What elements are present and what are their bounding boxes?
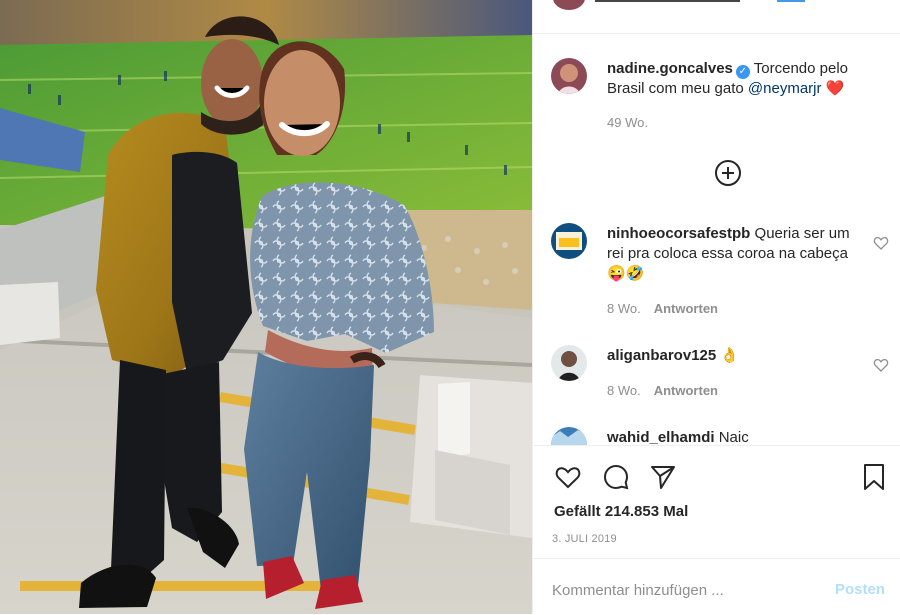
load-more-comments-button[interactable] [714,159,742,187]
post-sidebar: nadine.goncalves ✓ Torcendo pelo Brasil c… [532,0,900,614]
post-actions: Gefällt 214.853 Mal 3. JULI 2019 [533,445,900,559]
comment-meta-aliganbarov125: 8 Wo. Antworten [607,383,718,398]
comment-emoji: 👌 [720,347,740,364]
comment-avatar-wahid-elhamdi[interactable] [551,427,587,445]
comment-username[interactable]: ninhoeocorsafestpb [607,225,750,242]
caption-time: 49 Wo. [607,115,648,130]
comment-button[interactable] [602,463,630,491]
like-button[interactable] [554,463,582,491]
comment-time: 8 Wo. [607,383,641,398]
header-username-fragment[interactable] [595,0,805,2]
comment-avatar-ninhoeocorsafestpb[interactable] [551,223,587,259]
comment-username[interactable]: wahid_elhamdi [607,429,715,445]
header-avatar[interactable] [553,0,585,10]
bookmark-icon [864,464,884,490]
add-circle-icon [715,160,741,186]
post-header-fragment [533,0,900,34]
heart-icon [555,467,581,489]
like-comment-heart-icon[interactable] [873,357,889,373]
comment-text: Naic [718,429,749,445]
author-avatar[interactable] [551,58,587,94]
comment-composer: Kommentar hinzufügen ... Posten [533,558,900,615]
comment-ninhoeocorsafestpb: ninhoeocorsafestpb Queria ser um rei pra… [607,224,857,284]
comment-time: 8 Wo. [607,301,641,316]
stadium-photo-illustration [0,0,532,614]
save-button[interactable] [860,462,888,492]
post-photo [0,0,532,614]
comment-wahid-elhamdi: wahid_elhamdi Naic [607,428,857,445]
comment-input[interactable]: Kommentar hinzufügen ... [552,582,724,599]
caption-username[interactable]: nadine.goncalves [607,60,733,77]
caption-heart-emoji: ❤️ [825,80,845,97]
comment-avatar-aliganbarov125[interactable] [551,345,587,381]
paper-plane-icon [651,466,675,489]
post-comment-button[interactable]: Posten [835,581,885,598]
share-button[interactable] [649,463,677,491]
caption-mention-link[interactable]: @neymarjr [748,80,822,97]
comment-emoji: 😜🤣 [607,265,645,282]
reply-button[interactable]: Antworten [654,383,718,398]
post-date: 3. JULI 2019 [552,533,617,545]
comment-meta-ninhoeocorsafestpb: 8 Wo. Antworten [607,301,718,316]
comment-aliganbarov125: aliganbarov125 👌 [607,346,857,366]
comment-username[interactable]: aliganbarov125 [607,347,716,364]
verified-badge-icon: ✓ [735,65,750,79]
likes-count[interactable]: Gefällt 214.853 Mal [554,503,688,520]
reply-button[interactable]: Antworten [654,301,718,316]
post-caption: nadine.goncalves ✓ Torcendo pelo Brasil c… [607,59,877,99]
comment-bubble-icon [603,464,629,490]
like-comment-heart-icon[interactable] [873,235,889,251]
